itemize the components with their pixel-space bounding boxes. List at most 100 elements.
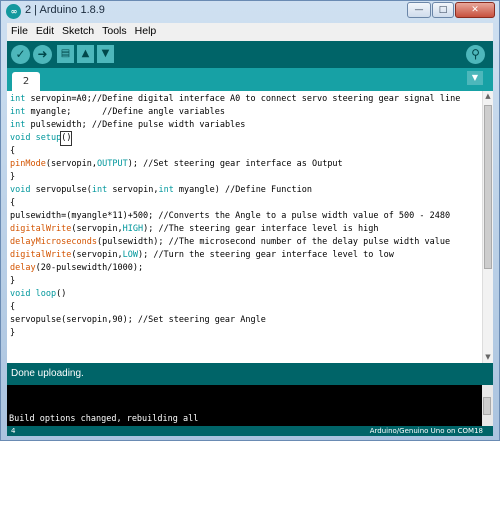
code-token: } [10, 276, 16, 286]
status-bar: Done uploading. [7, 363, 493, 385]
close-button[interactable]: ✕ [455, 2, 495, 18]
menu-tools[interactable]: Tools [98, 23, 131, 37]
console-line: Sketch uses 926 bytes (2%) of program st… [9, 453, 398, 463]
code-token: (pulsewidth); //The microsecond number o… [97, 237, 451, 247]
code-text[interactable]: int servopin=A0;//Define digital interfa… [10, 93, 475, 361]
code-line[interactable]: int pulsewidth; //Define pulse width var… [10, 119, 475, 132]
save-button[interactable]: ▼ [97, 45, 114, 63]
code-line[interactable]: { [10, 145, 475, 158]
scroll-up-icon[interactable]: ▲ [483, 91, 493, 102]
ide-client-area: File Edit Sketch Tools Help ✓ ➜ ▤ ▲ ▼ ⚲ [7, 23, 493, 502]
tab-sketch-2[interactable]: 2 [12, 72, 40, 91]
code-token: pulsewidth; //Define pulse width variabl… [25, 120, 246, 130]
editor-scrollbar[interactable]: ▲ ▼ [482, 91, 493, 363]
tab-bar: 2 ▼ [7, 68, 493, 91]
code-line[interactable]: servopulse(servopin,90); //Set steering … [10, 314, 475, 327]
code-token: loop [35, 289, 57, 299]
minimize-button[interactable]: — [407, 2, 431, 18]
open-button[interactable]: ▲ [77, 45, 94, 63]
code-line[interactable]: pinMode(servopin,OUTPUT); //Set steering… [10, 158, 475, 171]
code-token: digitalWrite [10, 224, 72, 234]
code-token: ); //The steering gear interface level i… [143, 224, 379, 234]
code-token: myangle; //Define angle variables [25, 107, 225, 117]
code-line[interactable]: void servopulse(int servopin,int myangle… [10, 184, 475, 197]
code-token: () [56, 289, 67, 299]
code-line[interactable]: } [10, 275, 475, 288]
console-scroll-thumb[interactable] [483, 397, 491, 415]
code-token: int [158, 185, 174, 195]
console-line: Build options changed, rebuilding all [9, 414, 199, 424]
title-bar: ∞ 2 | Arduino 1.8.9 — □ ✕ [1, 1, 499, 21]
check-icon: ✓ [15, 47, 26, 61]
scroll-thumb[interactable] [484, 105, 492, 269]
code-token: } [10, 328, 16, 338]
chevron-down-icon: ▼ [471, 73, 479, 82]
menu-sketch[interactable]: Sketch [58, 23, 98, 37]
code-token: (20-pulsewidth/1000); [35, 263, 144, 273]
code-token: LOW [122, 250, 138, 260]
code-token: servopulse(servopin,90); //Set steering … [10, 315, 266, 325]
down-arrow-icon: ▼ [101, 48, 110, 59]
code-token: servopulse( [30, 185, 92, 195]
code-token: void [10, 289, 31, 299]
code-token: delayMicroseconds [10, 237, 97, 247]
code-token: servopin, [107, 185, 159, 195]
scroll-down-icon[interactable]: ▼ [483, 352, 493, 363]
console-output: Build options changed, rebuilding all Sk… [7, 385, 493, 502]
code-line[interactable]: } [10, 327, 475, 340]
code-line[interactable]: } [10, 171, 475, 184]
code-line[interactable]: void setup() [10, 131, 475, 146]
code-token: ); //Set steering gear interface as Outp… [127, 159, 343, 169]
code-line[interactable]: digitalWrite(servopin,HIGH); //The steer… [10, 223, 475, 236]
new-button[interactable]: ▤ [57, 45, 74, 63]
code-token: { [10, 146, 16, 156]
tab-menu-button[interactable]: ▼ [467, 71, 483, 85]
code-line[interactable]: { [10, 301, 475, 314]
menu-bar: File Edit Sketch Tools Help [7, 23, 493, 41]
console-scrollbar[interactable] [482, 385, 493, 429]
serial-monitor-button[interactable]: ⚲ [466, 45, 485, 64]
menu-file[interactable]: File [7, 23, 32, 37]
window-title: 2 | Arduino 1.8.9 [25, 4, 105, 16]
verify-button[interactable]: ✓ [11, 45, 30, 64]
arduino-logo-icon: ∞ [6, 4, 21, 19]
code-token: void [10, 185, 31, 195]
console-line: Global variables use 11 bytes (0%) of dy… [9, 492, 475, 502]
board-info: Arduino/Genuino Uno on COM18 [369, 427, 483, 435]
line-number: 4 [11, 427, 16, 435]
right-arrow-icon: ➜ [37, 47, 48, 61]
code-token: int [10, 94, 26, 104]
maximize-button[interactable]: □ [432, 2, 454, 18]
code-line[interactable]: { [10, 197, 475, 210]
console-text: Build options changed, rebuilding all Sk… [9, 387, 479, 530]
code-token: (servopin, [45, 159, 98, 169]
code-token: (servopin, [71, 224, 123, 234]
code-token: int [10, 107, 26, 117]
code-token: void [10, 133, 31, 143]
menu-edit[interactable]: Edit [32, 23, 58, 37]
code-token: servopin=A0;//Define digital interface A… [25, 94, 461, 104]
code-editor[interactable]: int servopin=A0;//Define digital interfa… [7, 91, 493, 363]
code-line[interactable]: int myangle; //Define angle variables [10, 106, 475, 119]
code-token: } [10, 172, 16, 182]
magnifier-icon: ⚲ [471, 47, 480, 61]
code-token: digitalWrite [10, 250, 72, 260]
upload-button[interactable]: ➜ [33, 45, 52, 64]
code-token: (servopin, [71, 250, 123, 260]
code-line[interactable]: digitalWrite(servopin,LOW); //Turn the s… [10, 249, 475, 262]
up-arrow-icon: ▲ [81, 48, 90, 59]
code-line[interactable]: delay(20-pulsewidth/1000); [10, 262, 475, 275]
code-line[interactable]: delayMicroseconds(pulsewidth); //The mic… [10, 236, 475, 249]
code-line[interactable]: pulsewidth=(myangle*11)+500; //Converts … [10, 210, 475, 223]
code-token: int [91, 185, 108, 195]
code-token: { [10, 198, 16, 208]
menu-help[interactable]: Help [131, 23, 161, 37]
toolbar: ✓ ➜ ▤ ▲ ▼ ⚲ [7, 41, 493, 68]
new-file-icon: ▤ [60, 48, 71, 59]
code-line[interactable]: void loop() [10, 288, 475, 301]
window-controls: — □ ✕ [406, 2, 495, 18]
code-line[interactable]: int servopin=A0;//Define digital interfa… [10, 93, 475, 106]
code-token: myangle) //Define Function [173, 185, 312, 195]
arduino-window: ∞ 2 | Arduino 1.8.9 — □ ✕ File Edit Sket… [0, 0, 500, 502]
code-token: HIGH [122, 224, 144, 234]
